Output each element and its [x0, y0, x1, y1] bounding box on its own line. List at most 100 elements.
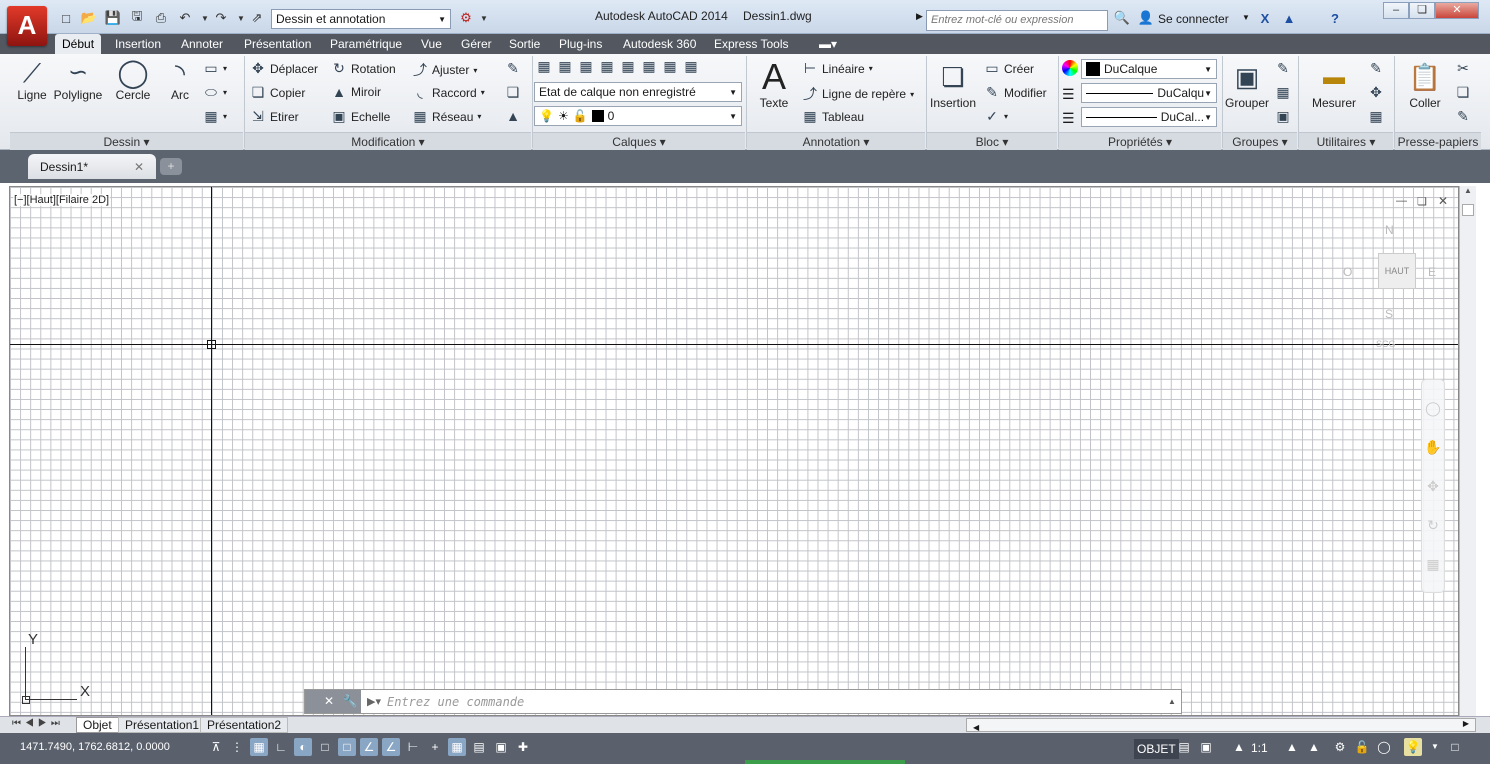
command-history-icon[interactable]: ▲ — [1163, 697, 1181, 706]
polyligne-button[interactable]: ∽ Polyligne — [52, 58, 104, 102]
offset-button[interactable]: ▲ — [505, 108, 521, 124]
model-space-button[interactable]: OBJET — [1134, 739, 1179, 759]
echelle-button[interactable]: ▣ Echelle — [331, 108, 390, 125]
panel-modification-title[interactable]: Modification ▾ — [245, 132, 531, 150]
grouper-button[interactable]: ▣ Grouper — [1225, 58, 1269, 110]
vertical-scrollbar[interactable]: ▲ — [1459, 186, 1476, 716]
sc-icon[interactable]: ▣ — [492, 738, 510, 756]
workspace-select[interactable]: Dessin et annotation ▼ — [271, 9, 451, 29]
hatch-button[interactable]: ▦ ▾ — [203, 108, 227, 125]
layer-match-icon[interactable]: ▦ — [557, 58, 573, 80]
close-tab-icon[interactable]: ✕ — [134, 160, 144, 174]
layout-tab-objet[interactable]: Objet — [76, 717, 119, 733]
match-properties-icon[interactable] — [1062, 60, 1078, 76]
match-prop-button[interactable]: ✎ — [1455, 108, 1471, 125]
maximize-button[interactable]: ❏ — [1409, 2, 1435, 19]
new-icon[interactable]: □ — [57, 9, 75, 27]
tab-presentation[interactable]: Présentation — [237, 34, 318, 54]
layer-previous-icon[interactable]: ▦ — [662, 58, 678, 80]
showmotion-icon[interactable]: ▦ — [1422, 556, 1444, 573]
erase-button[interactable]: ✎ — [505, 60, 521, 77]
minimize-button[interactable]: – — [1383, 2, 1409, 19]
coordinates[interactable]: 1471.7490, 1762.6812, 0.0000 — [20, 741, 170, 753]
panel-proprietes-title[interactable]: Propriétés ▾ — [1059, 132, 1221, 150]
tab-gerer[interactable]: Gérer — [454, 34, 499, 54]
a360-icon[interactable]: ▲ — [1280, 9, 1298, 27]
am-icon[interactable]: ✚ — [514, 738, 532, 756]
steering-wheel-icon[interactable]: ◯ — [1422, 400, 1444, 417]
orbit-icon[interactable]: ↻ — [1422, 517, 1444, 534]
panel-dessin-title[interactable]: Dessin ▾ — [10, 132, 243, 150]
prompt-icon[interactable]: ▶▾ — [367, 695, 381, 708]
reseau-button[interactable]: ▦ Réseau ▾ — [412, 108, 481, 125]
redo-icon[interactable]: ↷ — [212, 9, 230, 27]
pan-icon[interactable]: ✋ — [1422, 439, 1444, 456]
panel-utilitaires-title[interactable]: Utilitaires ▾ — [1299, 132, 1393, 150]
lock-ui-icon[interactable]: 🔓 — [1353, 738, 1371, 756]
deplacer-button[interactable]: ✥ Déplacer — [250, 60, 318, 77]
hardware-accel-icon[interactable]: ◯ — [1375, 738, 1393, 756]
rectangle-button[interactable]: ▭ ▾ — [203, 60, 227, 77]
lwt-icon[interactable]: + — [426, 738, 444, 756]
arc-button[interactable]: ◝ Arc — [162, 58, 198, 102]
horizontal-scrollbar[interactable]: ◀ ▶ — [966, 718, 1476, 732]
layer-state-select[interactable]: Etat de calque non enregistré ▼ — [534, 82, 742, 102]
polar-icon[interactable]: ◐ — [294, 738, 312, 756]
help-icon[interactable]: ? — [1326, 9, 1344, 27]
color-select[interactable]: DuCalque ▼ — [1081, 59, 1217, 79]
open-icon[interactable]: 📂 — [80, 9, 98, 27]
isolate-objects-icon[interactable]: 💡 — [1404, 738, 1422, 756]
ortho-icon[interactable]: ∟ — [272, 738, 290, 756]
user-icon[interactable]: 👤 — [1137, 9, 1155, 27]
panel-annotation-title[interactable]: Annotation ▾ — [747, 132, 925, 150]
undo-icon[interactable]: ↶ — [176, 9, 194, 27]
workspace-switch-icon[interactable]: ⚙ — [1331, 738, 1349, 756]
application-status-menu-icon[interactable]: ▼ — [1426, 738, 1444, 756]
ellipse-button[interactable]: ⬭ ▾ — [203, 84, 227, 101]
copier-button[interactable]: ❏ Copier — [250, 84, 306, 101]
scroll-thumb[interactable] — [1462, 204, 1474, 216]
layout-tab-presentation1[interactable]: Présentation1 — [118, 717, 207, 733]
sign-in-dropdown-icon[interactable]: ▼ — [1242, 13, 1250, 22]
workspace-settings-icon[interactable]: ⚙ — [457, 9, 475, 27]
print-icon[interactable]: ⎙ — [152, 9, 170, 27]
wrench-icon[interactable]: 🔧 — [339, 690, 361, 713]
exchange-icon[interactable]: X — [1256, 9, 1274, 27]
otrack-icon[interactable]: ∠ — [360, 738, 378, 756]
quick-select-button[interactable]: ✎ — [1368, 60, 1384, 77]
sign-in-button[interactable]: Se connecter — [1158, 12, 1229, 26]
dyn-icon[interactable]: ⊢ — [404, 738, 422, 756]
save-as-icon[interactable]: 🖫 — [128, 8, 146, 27]
tab-vue[interactable]: Vue — [414, 34, 449, 54]
vp-restore-icon[interactable]: ❏ — [1417, 195, 1427, 208]
save-icon[interactable]: 💾 — [104, 9, 122, 27]
osnap-icon[interactable]: □ — [316, 738, 334, 756]
tab-debut[interactable]: Début — [55, 34, 102, 54]
match-icon[interactable]: ⇗ — [248, 9, 266, 27]
doc-tab-dessin1[interactable]: Dessin1* ✕ — [28, 154, 156, 179]
ucs-menu[interactable]: SCG — [1376, 339, 1396, 349]
ducs-icon[interactable]: ∠ — [382, 738, 400, 756]
command-line[interactable]: ✕ 🔧 ▶▾ Entrez une commande ▲ — [304, 689, 1182, 714]
raccord-button[interactable]: ◟ Raccord ▾ — [412, 84, 484, 101]
explode-button[interactable]: ❏ — [505, 84, 521, 101]
modifier-button[interactable]: ✎ Modifier — [984, 84, 1047, 101]
block-attributes-button[interactable]: ✓ ▾ — [984, 108, 1008, 125]
layer-off-icon[interactable]: ▦ — [578, 58, 594, 80]
texte-button[interactable]: A Texte — [754, 58, 794, 111]
layer-properties-icon[interactable]: ▦ — [536, 58, 552, 80]
ligne-button[interactable]: ⟋ Ligne — [13, 58, 51, 102]
grip-icon[interactable] — [305, 690, 319, 713]
lineweight-select[interactable]: DuCal... ▼ — [1081, 107, 1217, 127]
new-tab-icon[interactable]: + — [160, 158, 182, 175]
tab-parametrique[interactable]: Paramétrique — [323, 34, 409, 54]
quick-view-drawings-icon[interactable]: ▣ — [1197, 738, 1215, 756]
ungroup-button[interactable]: ✎ — [1275, 60, 1291, 77]
tab-sortie[interactable]: Sortie — [502, 34, 547, 54]
transparency-icon[interactable]: ▦ — [448, 738, 466, 756]
infer-constraints-icon[interactable]: ⊼ — [207, 738, 225, 756]
creer-button[interactable]: ▭ Créer — [984, 60, 1034, 77]
annotation-scale[interactable]: 1:1 — [1251, 741, 1268, 755]
zoom-icon[interactable]: ✥ — [1422, 478, 1444, 495]
tab-plugins[interactable]: Plug-ins — [552, 34, 609, 54]
